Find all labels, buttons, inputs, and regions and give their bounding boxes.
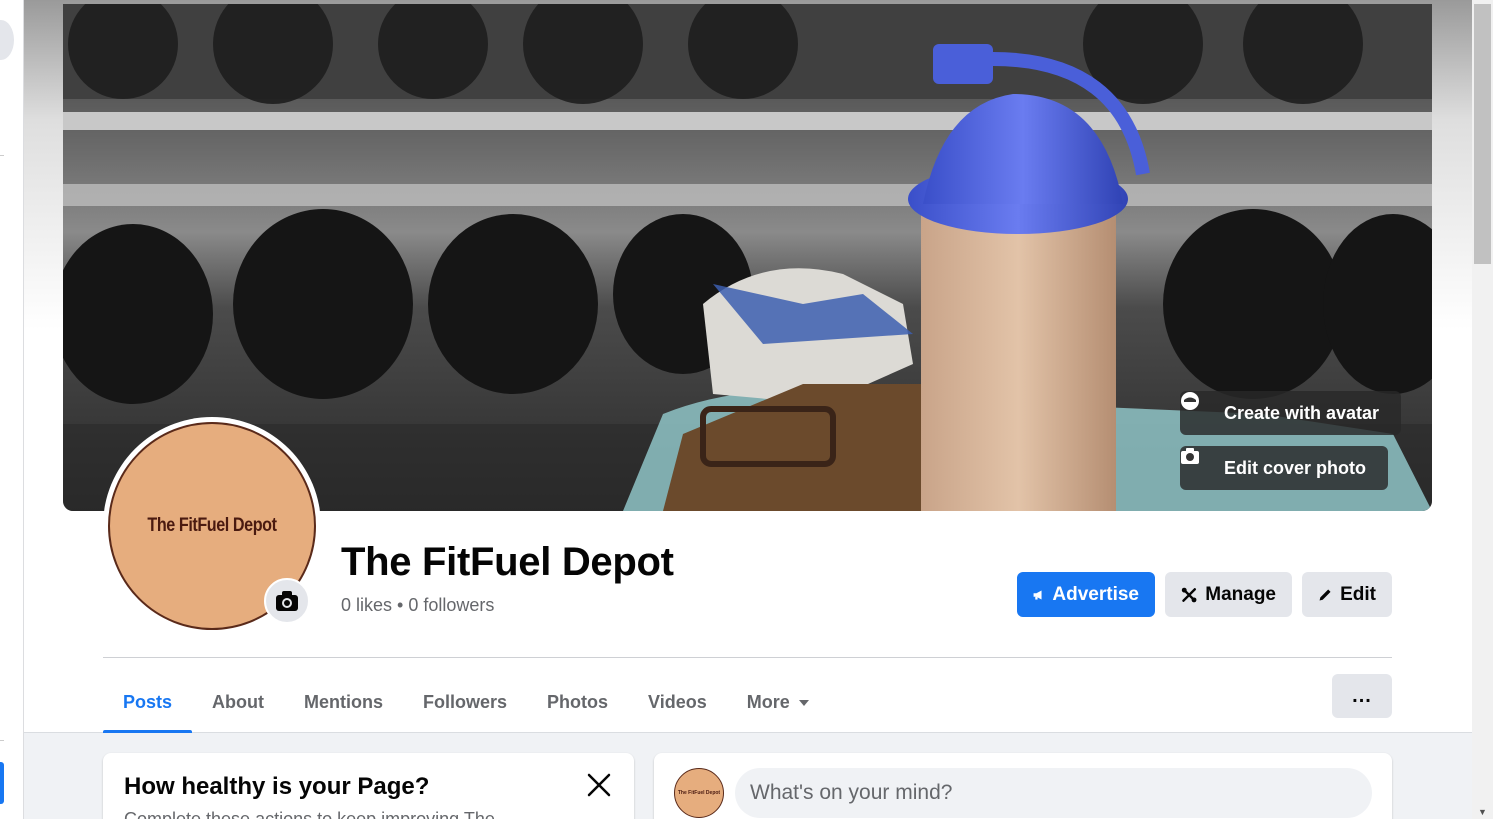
tools-icon: [1181, 587, 1197, 602]
tab-posts[interactable]: Posts: [103, 672, 193, 733]
edit-cover-photo-label: Edit cover photo: [1224, 457, 1367, 478]
nav-active-indicator: [0, 762, 4, 804]
create-with-avatar-button[interactable]: Create with avatar: [1180, 391, 1402, 435]
edit-button[interactable]: Edit: [1302, 572, 1392, 617]
manage-button[interactable]: Manage: [1165, 572, 1292, 617]
nav-circle[interactable]: [0, 20, 14, 60]
edit-label: Edit: [1340, 583, 1376, 605]
advertise-button[interactable]: Advertise: [1017, 572, 1155, 617]
scroll-down-arrow[interactable]: ▼: [1478, 807, 1487, 817]
tab-about[interactable]: About: [192, 672, 284, 733]
avatar[interactable]: The FitFuel Depot: [674, 768, 724, 818]
tab-more[interactable]: More: [727, 672, 830, 733]
tab-followers[interactable]: Followers: [403, 672, 527, 733]
camera-icon: [1181, 448, 1216, 478]
header-divider: [103, 657, 1392, 658]
post-composer-card: The FitFuel Depot What's on your mind?: [654, 753, 1392, 819]
more-options-button[interactable]: ...: [1332, 674, 1392, 718]
profile-logo-text: The FitFuel Depot: [147, 515, 277, 536]
tab-mentions[interactable]: Mentions: [284, 672, 403, 733]
tab-videos[interactable]: Videos: [628, 672, 727, 733]
scrollbar-thumb[interactable]: [1474, 4, 1491, 264]
health-card-subtitle: Complete these actions to keep improving…: [124, 809, 495, 819]
left-nav-strip: [0, 0, 24, 819]
update-profile-picture-button[interactable]: [264, 578, 310, 624]
tab-photos[interactable]: Photos: [527, 672, 628, 733]
caret-down-icon: [798, 699, 809, 706]
avatar-icon: [1181, 392, 1216, 423]
page-stats[interactable]: 0 likes • 0 followers: [341, 595, 494, 616]
whats-on-your-mind-input[interactable]: What's on your mind?: [735, 768, 1372, 818]
edit-cover-photo-button[interactable]: Edit cover photo: [1180, 446, 1389, 490]
manage-label: Manage: [1205, 583, 1276, 605]
advertise-label: Advertise: [1052, 583, 1139, 605]
avatar-logo-text: The FitFuel Depot: [677, 790, 721, 796]
scrollbar[interactable]: ▼: [1472, 0, 1493, 819]
pencil-icon: [1319, 589, 1331, 600]
megaphone-icon: [1033, 589, 1042, 600]
create-with-avatar-label: Create with avatar: [1224, 402, 1380, 423]
health-card-title: How healthy is your Page?: [124, 773, 430, 800]
close-icon[interactable]: [583, 769, 615, 801]
page-tabs: Posts About Mentions Followers Photos Vi…: [103, 672, 830, 733]
composer-placeholder: What's on your mind?: [750, 781, 953, 804]
page-health-card: How healthy is your Page? Complete these…: [103, 753, 634, 819]
page-title: The FitFuel Depot: [341, 540, 674, 584]
camera-icon: [276, 591, 298, 611]
